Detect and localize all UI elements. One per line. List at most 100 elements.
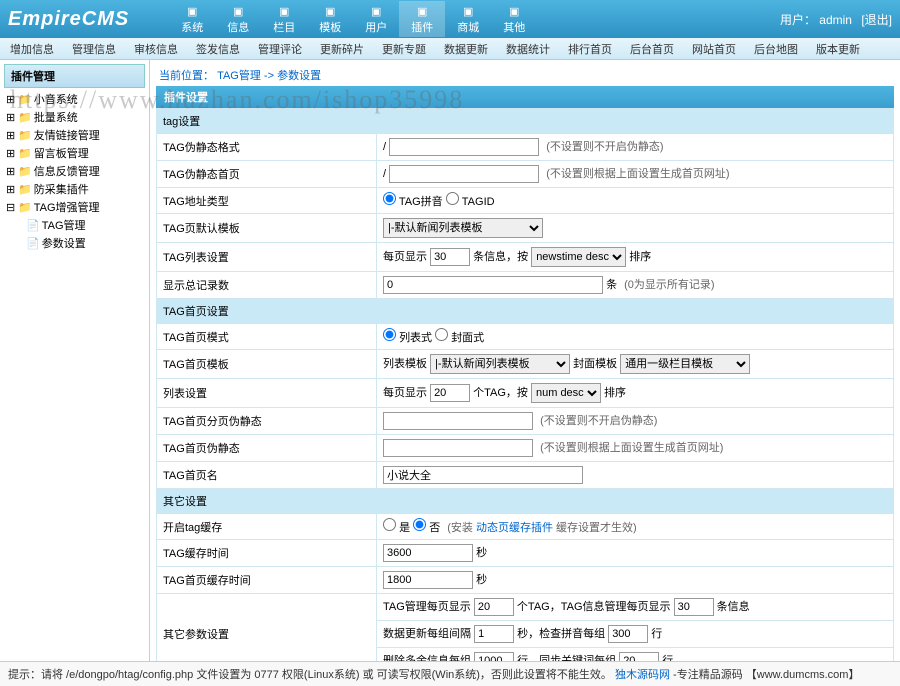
subnav-版本更新[interactable]: 版本更新 bbox=[816, 41, 860, 57]
topnav-用户[interactable]: ▣用户 bbox=[353, 1, 399, 37]
subnav-审核信息[interactable]: 审核信息 bbox=[134, 41, 178, 57]
input-hname[interactable] bbox=[383, 466, 583, 484]
expand-icon[interactable]: ⊞ bbox=[6, 147, 16, 160]
txt: 缓存设置才生效) bbox=[553, 522, 637, 534]
input-fake-home[interactable] bbox=[389, 165, 539, 183]
crumb-prefix: 当前位置： bbox=[159, 70, 214, 82]
group-home: TAG首页设置 bbox=[157, 299, 894, 324]
txt: 排序 bbox=[629, 251, 651, 263]
select-def-tpl[interactable]: |-默认新闻列表模板 bbox=[383, 218, 543, 238]
label-home-mode: TAG首页模式 bbox=[157, 324, 377, 350]
expand-icon[interactable]: ⊞ bbox=[6, 93, 16, 106]
tree-批量系统[interactable]: ⊞📁批量系统 bbox=[4, 108, 145, 126]
select-cover-tpl[interactable]: 通用一级栏目模板 bbox=[620, 354, 750, 374]
input-o1b[interactable] bbox=[674, 598, 714, 616]
subnav-管理评论[interactable]: 管理评论 bbox=[258, 41, 302, 57]
sub-nav: 增加信息 管理信息 审核信息 签发信息 管理评论 更新碎片 更新专题 数据更新 数据统计 排行首页… bbox=[0, 38, 900, 60]
txt: 个TAG，TAG信息管理每页显示 bbox=[517, 601, 671, 613]
cache-plugin-link[interactable]: 动态页缓存插件 bbox=[476, 522, 553, 534]
settings-table: tag设置 TAG伪静态格式 / (不设置则不开启伪静态) TAG伪静态首页 /… bbox=[156, 108, 894, 668]
select-lorder[interactable]: num desc bbox=[531, 383, 601, 403]
input-hf[interactable] bbox=[383, 439, 533, 457]
select-order[interactable]: newstime desc bbox=[531, 247, 626, 267]
subnav-数据更新[interactable]: 数据更新 bbox=[444, 41, 488, 57]
topnav-栏目[interactable]: ▣栏目 bbox=[261, 1, 307, 37]
tree-留言板管理[interactable]: ⊞📁留言板管理 bbox=[4, 144, 145, 162]
expand-icon[interactable]: ⊞ bbox=[6, 111, 16, 124]
label-total: 显示总记录数 bbox=[157, 272, 377, 299]
footer-text: 提示：请将 /e/dongpo/htag/config.php 文件设置为 07… bbox=[8, 669, 612, 681]
logout-link[interactable]: [退出] bbox=[861, 13, 892, 27]
label-ct: TAG缓存时间 bbox=[157, 540, 377, 567]
opt: TAGID bbox=[462, 196, 495, 208]
footer-link[interactable]: 独木源码网 bbox=[615, 669, 670, 681]
txt: 列表模板 bbox=[383, 358, 427, 370]
tree-信息反馈管理[interactable]: ⊞📁信息反馈管理 bbox=[4, 162, 145, 180]
txt: 数据更新每组间隔 bbox=[383, 628, 471, 640]
topnav-其他[interactable]: ▣其他 bbox=[491, 1, 537, 37]
subnav-排行首页[interactable]: 排行首页 bbox=[568, 41, 612, 57]
input-fake-fmt[interactable] bbox=[389, 138, 539, 156]
subnav-网站首页[interactable]: 网站首页 bbox=[692, 41, 736, 57]
subnav-更新专题[interactable]: 更新专题 bbox=[382, 41, 426, 57]
radio-no[interactable]: 否 bbox=[413, 522, 440, 534]
user-name: admin bbox=[819, 13, 852, 27]
opt: 是 bbox=[399, 522, 410, 534]
nav-icon: ▣ bbox=[215, 3, 261, 19]
subnav-增加信息[interactable]: 增加信息 bbox=[10, 41, 54, 57]
subnav-后台地图[interactable]: 后台地图 bbox=[754, 41, 798, 57]
radio-pinyin[interactable]: TAG拼音 bbox=[383, 196, 443, 208]
crumb-tag[interactable]: TAG管理 bbox=[217, 70, 261, 82]
subnav-管理信息[interactable]: 管理信息 bbox=[72, 41, 116, 57]
hint: (0为显示所有记录) bbox=[624, 279, 714, 291]
input-o2a[interactable] bbox=[474, 625, 514, 643]
input-ct[interactable] bbox=[383, 544, 473, 562]
tree-TAG增强管理[interactable]: ⊟📁TAG增强管理 bbox=[4, 198, 145, 216]
topnav-模板[interactable]: ▣模板 bbox=[307, 1, 353, 37]
expand-icon[interactable]: ⊞ bbox=[6, 183, 16, 196]
tree-child-参数设置[interactable]: 📄 参数设置 bbox=[4, 234, 145, 252]
topnav-商城[interactable]: ▣商城 bbox=[445, 1, 491, 37]
tree-小音系统[interactable]: ⊞📁小音系统 bbox=[4, 90, 145, 108]
txt: 封面模板 bbox=[573, 358, 617, 370]
label-fake-fmt: TAG伪静态格式 bbox=[157, 134, 377, 161]
input-perpage[interactable] bbox=[430, 248, 470, 266]
input-o2b[interactable] bbox=[608, 625, 648, 643]
subnav-数据统计[interactable]: 数据统计 bbox=[506, 41, 550, 57]
topnav-插件[interactable]: ▣插件 bbox=[399, 1, 445, 37]
radio-yes[interactable]: 是 bbox=[383, 522, 410, 534]
expand-icon[interactable]: ⊟ bbox=[6, 201, 16, 214]
nav-icon: ▣ bbox=[307, 3, 353, 19]
file-icon: 📄 bbox=[26, 237, 40, 250]
subnav-更新碎片[interactable]: 更新碎片 bbox=[320, 41, 364, 57]
txt: 行 bbox=[651, 628, 662, 640]
section-header: 插件设置 bbox=[156, 86, 894, 108]
folder-icon: 📁 bbox=[18, 93, 32, 106]
tree-防采集插件[interactable]: ⊞📁防采集插件 bbox=[4, 180, 145, 198]
radio-tagid[interactable]: TAGID bbox=[446, 196, 495, 208]
tree-友情链接管理[interactable]: ⊞📁友情链接管理 bbox=[4, 126, 145, 144]
topnav-信息[interactable]: ▣信息 bbox=[215, 1, 261, 37]
input-hpf[interactable] bbox=[383, 412, 533, 430]
txt: 每页显示 bbox=[383, 251, 427, 263]
input-o1a[interactable] bbox=[474, 598, 514, 616]
input-lperpage[interactable] bbox=[430, 384, 470, 402]
input-hct[interactable] bbox=[383, 571, 473, 589]
subnav-后台首页[interactable]: 后台首页 bbox=[630, 41, 674, 57]
radio-list[interactable]: 列表式 bbox=[383, 332, 432, 344]
hint: (不设置则不开启伪静态) bbox=[540, 415, 657, 427]
subnav-签发信息[interactable]: 签发信息 bbox=[196, 41, 240, 57]
expand-icon[interactable]: ⊞ bbox=[6, 129, 16, 142]
input-total[interactable] bbox=[383, 276, 603, 294]
expand-icon[interactable]: ⊞ bbox=[6, 165, 16, 178]
topnav-系统[interactable]: ▣系统 bbox=[169, 1, 215, 37]
txt: 个TAG，按 bbox=[473, 387, 528, 399]
select-list-tpl[interactable]: |-默认新闻列表模板 bbox=[430, 354, 570, 374]
opt: 列表式 bbox=[399, 332, 432, 344]
sidebar-title: 插件管理 bbox=[4, 64, 145, 88]
crumb-param[interactable]: 参数设置 bbox=[277, 70, 321, 82]
radio-cover[interactable]: 封面式 bbox=[435, 332, 484, 344]
folder-icon: 📁 bbox=[18, 111, 32, 124]
unit: 秒 bbox=[476, 547, 487, 559]
tree-child-TAG管理[interactable]: 📄 TAG管理 bbox=[4, 216, 145, 234]
